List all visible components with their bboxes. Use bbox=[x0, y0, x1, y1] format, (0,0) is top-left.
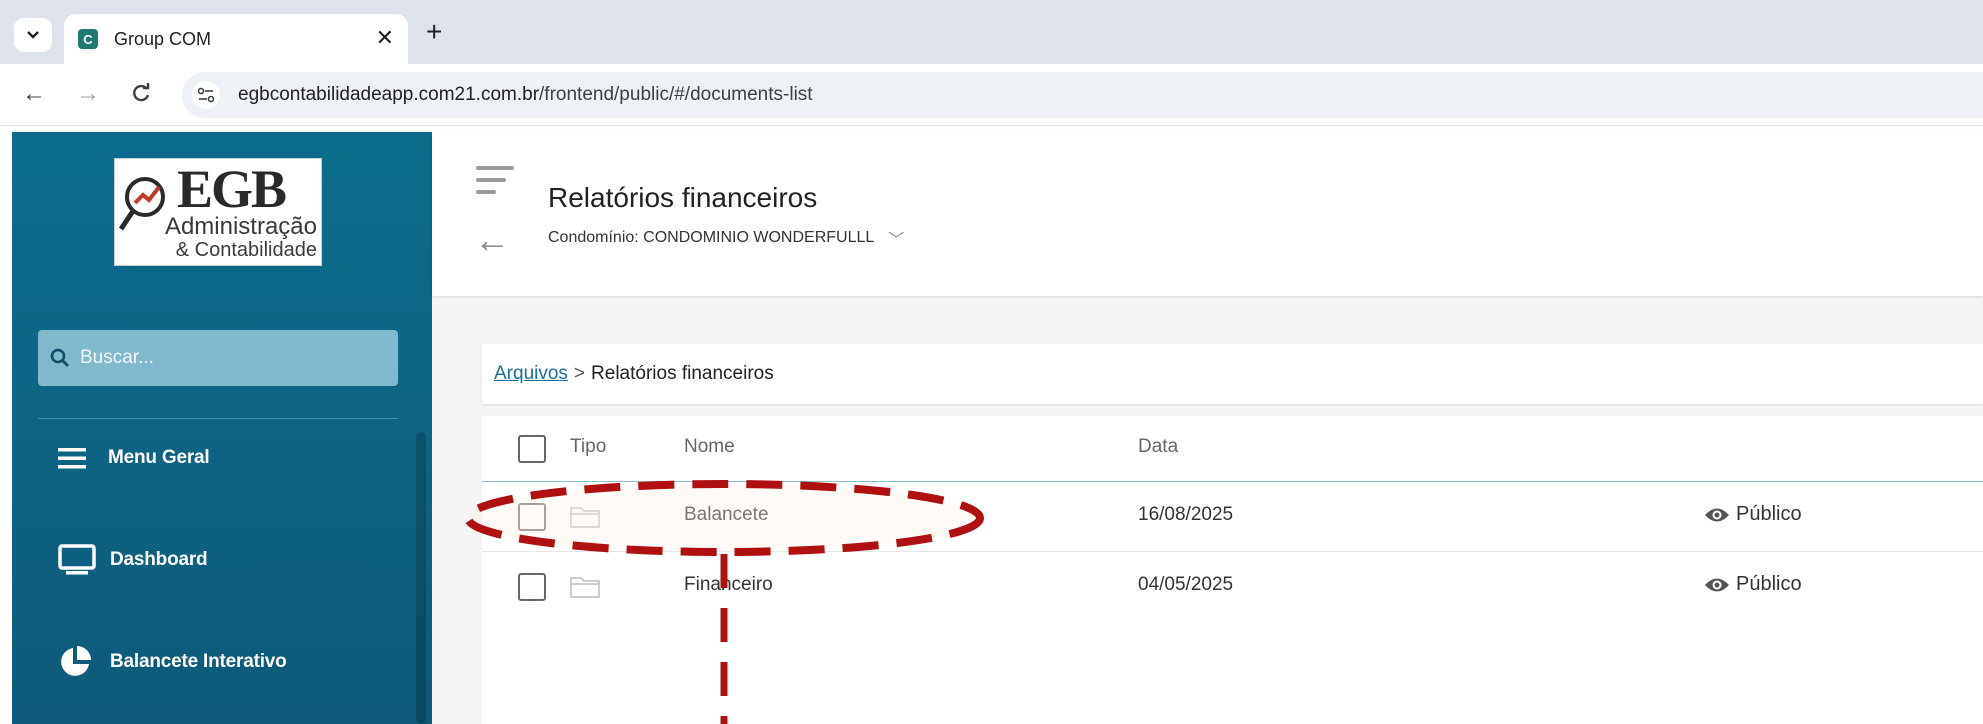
row-data: 04/05/2025 bbox=[1138, 574, 1234, 595]
browser-toolbar: ← → egbcontabilidadeapp.com21.com.br/fro… bbox=[0, 64, 1983, 126]
sidebar-item-menu-geral[interactable]: Menu Geral bbox=[38, 428, 398, 488]
logo-subtitle-2: & Contabilidade bbox=[175, 239, 317, 261]
tab-search-button[interactable] bbox=[14, 18, 52, 52]
search-input[interactable] bbox=[80, 347, 380, 369]
row-nome[interactable]: Financeiro bbox=[684, 574, 773, 596]
breadcrumb-link-arquivos[interactable]: Arquivos bbox=[494, 363, 568, 385]
eye-icon bbox=[1705, 578, 1729, 591]
sidebar-item-label: Dashboard bbox=[110, 549, 208, 570]
folder-icon bbox=[570, 507, 600, 528]
forward-arrow-icon[interactable]: → bbox=[76, 80, 100, 108]
sidebar-divider bbox=[38, 418, 398, 419]
collapse-menu-icon[interactable] bbox=[476, 164, 516, 198]
site-settings-icon[interactable] bbox=[192, 81, 220, 109]
eye-icon bbox=[1705, 508, 1729, 521]
column-header-nome[interactable]: Nome bbox=[684, 436, 735, 458]
hamburger-icon bbox=[58, 448, 86, 469]
column-header-data[interactable]: Data bbox=[1138, 436, 1178, 458]
browser-tab-bar: C Group COM ✕ + bbox=[0, 0, 1983, 64]
browser-tab[interactable]: C Group COM ✕ bbox=[64, 14, 408, 64]
chevron-down-icon: ﹀ bbox=[888, 232, 905, 249]
folder-icon bbox=[570, 577, 600, 598]
chevron-down-icon bbox=[27, 31, 39, 39]
breadcrumb-current: Relatórios financeiros bbox=[591, 363, 774, 384]
visibility-badge: Público bbox=[1704, 573, 1802, 596]
condominio-label: Condomínio: CONDOMINIO WONDERFULLL bbox=[548, 229, 875, 246]
sidebar-scrollbar[interactable] bbox=[416, 432, 426, 724]
select-all-checkbox[interactable] bbox=[518, 435, 546, 463]
close-tab-icon[interactable]: ✕ bbox=[376, 27, 394, 49]
url-text: egbcontabilidadeapp.com21.com.br/fronten… bbox=[238, 84, 813, 105]
tab-title: Group COM bbox=[114, 28, 212, 49]
row-checkbox[interactable] bbox=[518, 573, 546, 601]
visibility-label: Público bbox=[1736, 503, 1802, 525]
table-row[interactable]: Financeiro 04/05/2025 Público bbox=[482, 552, 1983, 622]
monitor-icon bbox=[58, 544, 96, 575]
logo-text: EGB bbox=[177, 159, 287, 219]
sidebar-item-balancete-interativo[interactable]: Balancete Interativo bbox=[38, 632, 398, 692]
company-logo[interactable]: EGB Administração & Contabilidade bbox=[114, 158, 322, 266]
logo-subtitle: Administração bbox=[164, 213, 317, 240]
sidebar-search[interactable] bbox=[38, 330, 398, 386]
documents-table: Tipo Nome Data Balancete 16/08/2025 Públ… bbox=[482, 416, 1983, 724]
condominio-selector[interactable]: Condomínio: CONDOMINIO WONDERFULLL ﹀ bbox=[548, 226, 904, 250]
visibility-label: Público bbox=[1736, 573, 1802, 595]
reload-icon[interactable] bbox=[130, 80, 152, 112]
back-arrow-icon[interactable]: ← bbox=[22, 80, 46, 108]
breadcrumb-separator: > bbox=[573, 363, 586, 384]
back-arrow-icon[interactable]: ← bbox=[474, 222, 510, 258]
new-tab-button[interactable]: + bbox=[426, 18, 442, 46]
page-title: Relatórios financeiros bbox=[548, 182, 818, 213]
table-header: Tipo Nome Data bbox=[482, 416, 1983, 482]
site-favicon-icon: C bbox=[78, 29, 98, 49]
row-nome[interactable]: Balancete bbox=[684, 504, 769, 526]
page-header: ← Relatórios financeiros Condomínio: CON… bbox=[432, 132, 1983, 296]
breadcrumb: Arquivos > Relatórios financeiros bbox=[482, 344, 1983, 404]
visibility-badge: Público bbox=[1704, 503, 1802, 526]
pie-chart-icon bbox=[61, 646, 91, 676]
row-data: 16/08/2025 bbox=[1138, 504, 1234, 525]
table-row[interactable]: Balancete 16/08/2025 Público bbox=[482, 482, 1983, 552]
sidebar-item-label: Balancete Interativo bbox=[110, 651, 287, 672]
row-checkbox[interactable] bbox=[518, 503, 546, 531]
sidebar: EGB Administração & Contabilidade Menu G… bbox=[12, 132, 432, 724]
main-content: ← Relatórios financeiros Condomínio: CON… bbox=[432, 132, 1983, 724]
sidebar-item-label: Menu Geral bbox=[108, 447, 210, 468]
search-icon bbox=[50, 348, 69, 367]
column-header-tipo[interactable]: Tipo bbox=[570, 436, 606, 458]
sidebar-item-dashboard[interactable]: Dashboard bbox=[38, 530, 398, 590]
address-bar[interactable]: egbcontabilidadeapp.com21.com.br/fronten… bbox=[182, 72, 1983, 118]
